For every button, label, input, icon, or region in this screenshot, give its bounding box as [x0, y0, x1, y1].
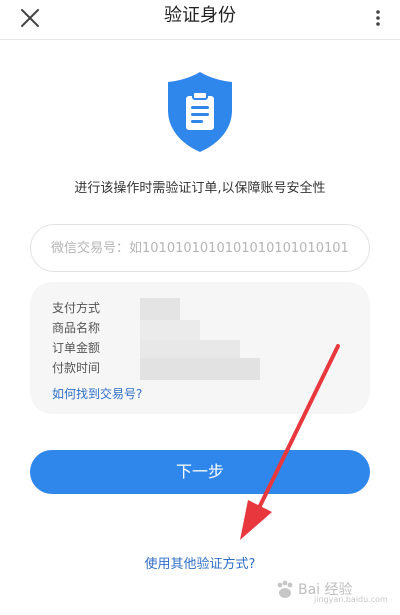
paw-logo-icon: [277, 580, 293, 598]
transaction-id-field: [30, 224, 370, 272]
next-button[interactable]: 下一步: [30, 450, 370, 494]
label-payment-method: 支付方式: [52, 301, 101, 315]
page-title: 验证身份: [164, 5, 236, 26]
transaction-id-input[interactable]: [31, 225, 369, 271]
shield-clipboard-icon: [164, 70, 236, 154]
verification-notice: 进行该操作时需验证订单,以保障账号安全性: [74, 181, 326, 196]
watermark-subtext: jingyan.baidu.com: [314, 595, 388, 604]
other-verification-methods-link[interactable]: 使用其他验证方式?: [0, 556, 400, 574]
order-info-card: 支付方式 商品名称 订单金额 付款时间 如何找到交易号?: [30, 282, 370, 414]
redacted-value: [140, 358, 260, 380]
more-vertical-icon: [376, 10, 380, 26]
more-options-button[interactable]: [370, 6, 386, 30]
label-order-amount: 订单金额: [52, 341, 101, 355]
header-bar: 验证身份: [0, 0, 400, 40]
baidu-jingyan-watermark: Bai 经验 jingyan.baidu.com: [274, 577, 392, 607]
redacted-value: [140, 340, 240, 360]
redacted-value: [140, 320, 200, 340]
label-product-name: 商品名称: [52, 321, 101, 335]
find-transaction-id-link[interactable]: 如何找到交易号?: [52, 386, 142, 402]
label-payment-time: 付款时间: [52, 361, 101, 375]
